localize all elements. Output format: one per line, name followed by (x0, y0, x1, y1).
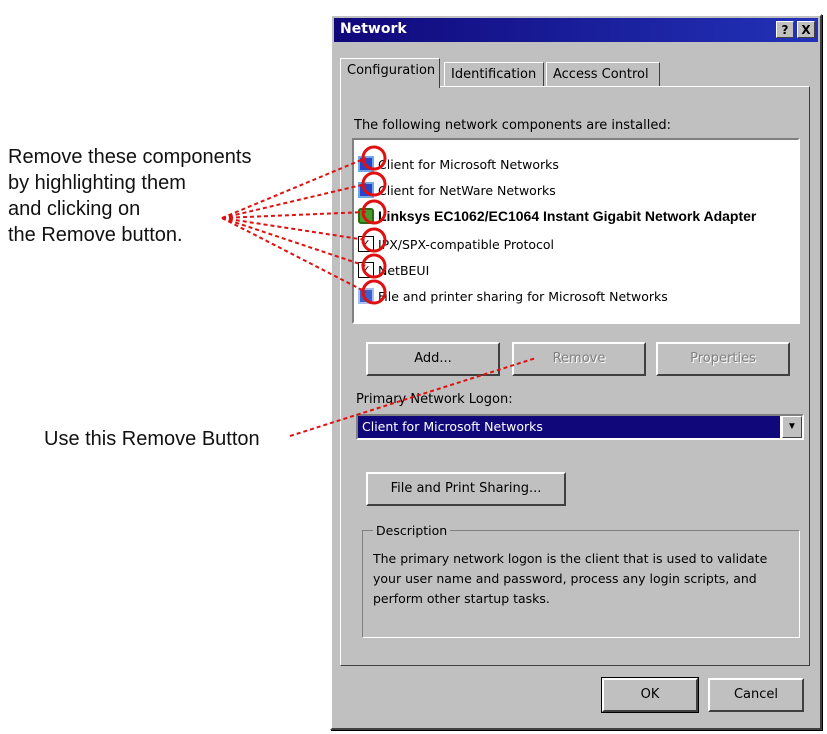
description-group: Description The primary network logon is… (362, 523, 800, 638)
protocol-icon: ✓ (358, 236, 374, 252)
remove-components-annotation: Remove these components by highlighting … (8, 144, 328, 248)
annotation-line: the Remove button. (8, 224, 183, 246)
dialog-title: Network (340, 21, 407, 37)
protocol-icon: ✓ (358, 262, 374, 278)
title-bar: Network ? X (334, 18, 818, 42)
list-item[interactable]: ✓ IPX/SPX-compatible Protocol (358, 232, 554, 256)
use-remove-button-annotation: Use this Remove Button (44, 428, 260, 450)
list-item[interactable]: ✓ NetBEUI (358, 258, 429, 282)
list-item-label: IPX/SPX-compatible Protocol (378, 236, 555, 252)
ok-button[interactable]: OK (602, 678, 698, 712)
cancel-button[interactable]: Cancel (708, 678, 804, 712)
tab-access-control[interactable]: Access Control (546, 62, 660, 86)
list-item[interactable]: File and printer sharing for Microsoft N… (358, 284, 668, 308)
components-list[interactable]: Client for Microsoft Networks Client for… (352, 138, 800, 324)
service-icon (358, 288, 374, 304)
list-item-label: Client for NetWare Networks (378, 182, 556, 198)
add-button[interactable]: Add... (366, 342, 500, 376)
network-adapter-icon (358, 208, 374, 224)
primary-logon-select[interactable]: Client for Microsoft Networks ▼ (356, 414, 804, 440)
list-item[interactable]: Client for NetWare Networks (358, 178, 556, 202)
list-item[interactable]: Client for Microsoft Networks (358, 152, 559, 176)
annotation-line: by highlighting them (8, 172, 186, 194)
properties-button[interactable]: Properties (656, 342, 790, 376)
tab-identification[interactable]: Identification (444, 62, 544, 86)
description-text: The primary network logon is the client … (373, 551, 768, 606)
description-title: Description (373, 523, 451, 538)
client-icon (358, 156, 374, 172)
network-dialog: Network ? X Configuration Identification… (330, 14, 822, 730)
list-item-label: NetBEUI (378, 262, 430, 278)
remove-button[interactable]: Remove (512, 342, 646, 376)
chevron-down-icon[interactable]: ▼ (782, 416, 802, 438)
annotation-line: Remove these components (8, 146, 252, 168)
file-print-sharing-button[interactable]: File and Print Sharing... (366, 472, 566, 506)
list-item-label: File and printer sharing for Microsoft N… (378, 288, 668, 304)
list-item-label: Linksys EC1062/EC1064 Instant Gigabit Ne… (378, 208, 757, 224)
annotation-line: and clicking on (8, 198, 141, 220)
help-button[interactable]: ? (776, 21, 794, 38)
list-item[interactable]: Linksys EC1062/EC1064 Instant Gigabit Ne… (358, 204, 756, 228)
installed-components-label: The following network components are ins… (354, 118, 671, 133)
list-item-label: Client for Microsoft Networks (378, 156, 559, 172)
client-icon (358, 182, 374, 198)
primary-logon-value: Client for Microsoft Networks (358, 416, 780, 438)
tab-configuration[interactable]: Configuration (340, 58, 440, 88)
close-button[interactable]: X (797, 21, 815, 38)
primary-logon-label: Primary Network Logon: (356, 392, 513, 407)
